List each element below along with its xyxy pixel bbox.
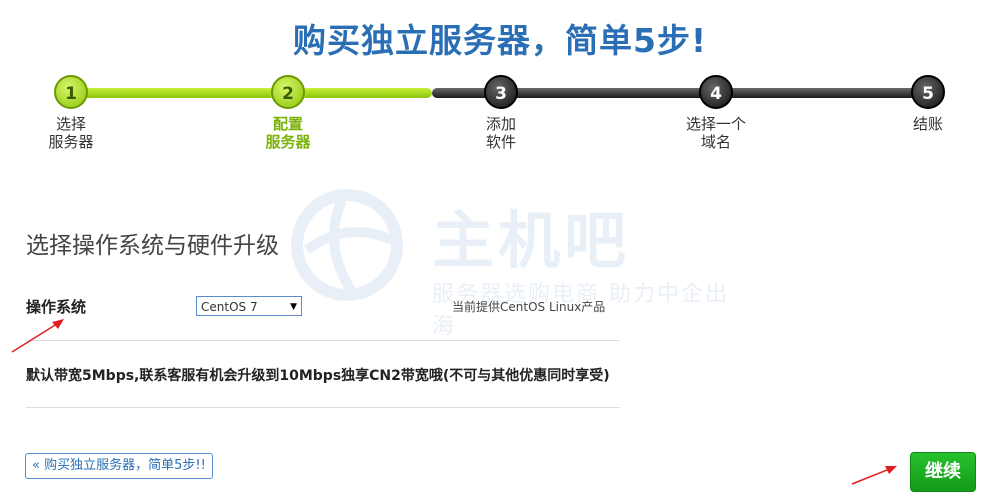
divider: [26, 407, 620, 408]
step-5[interactable]: 5 结账: [873, 70, 983, 133]
step-2[interactable]: 2 配置 服务器: [233, 70, 343, 151]
step-4[interactable]: 4 选择一个 域名: [661, 70, 771, 151]
step-2-circle: 2: [271, 75, 305, 109]
step-4-circle: 4: [699, 75, 733, 109]
os-select[interactable]: CentOS 7 ▼: [196, 296, 302, 316]
divider: [26, 340, 620, 341]
step-5-circle: 5: [911, 75, 945, 109]
chevron-down-icon: ▼: [290, 302, 297, 312]
watermark-title: 主机吧: [432, 204, 631, 277]
step-3[interactable]: 3 添加 软件: [446, 70, 556, 151]
step-4-label: 选择一个 域名: [685, 115, 746, 151]
promo-text: 默认带宽5Mbps,联系客服有机会升级到10Mbps独享CN2带宽哦(不可与其他…: [26, 368, 610, 384]
page-title: 购买独立服务器，简单5步!: [292, 21, 707, 60]
os-note: 当前提供CentOS Linux产品: [452, 300, 606, 314]
continue-button[interactable]: 继续: [910, 452, 976, 492]
back-link-button[interactable]: « 购买独立服务器，简单5步!!: [25, 453, 213, 479]
step-5-label: 结账: [912, 115, 943, 133]
annotation-arrow-icon: [11, 319, 64, 353]
step-1-circle: 1: [54, 75, 88, 109]
step-2-label: 配置 服务器: [265, 115, 311, 151]
os-select-value: CentOS 7: [201, 300, 258, 314]
globe-icon: [291, 189, 403, 301]
step-1-label: 选择 服务器: [48, 115, 94, 151]
step-3-label: 添加 软件: [485, 115, 516, 151]
os-label: 操作系统: [26, 298, 87, 316]
section-title: 选择操作系统与硬件升级: [26, 233, 279, 259]
annotation-arrow-icon: [851, 466, 897, 485]
step-3-circle: 3: [484, 75, 518, 109]
step-progress-bar: 1 选择 服务器 2 配置 服务器 3 添加 软件 4 选择一个 域名 5 结账: [0, 70, 986, 160]
watermark: 主机吧 服务器选购电商 助力中企出海: [282, 180, 742, 339]
step-1[interactable]: 1 选择 服务器: [16, 70, 126, 151]
